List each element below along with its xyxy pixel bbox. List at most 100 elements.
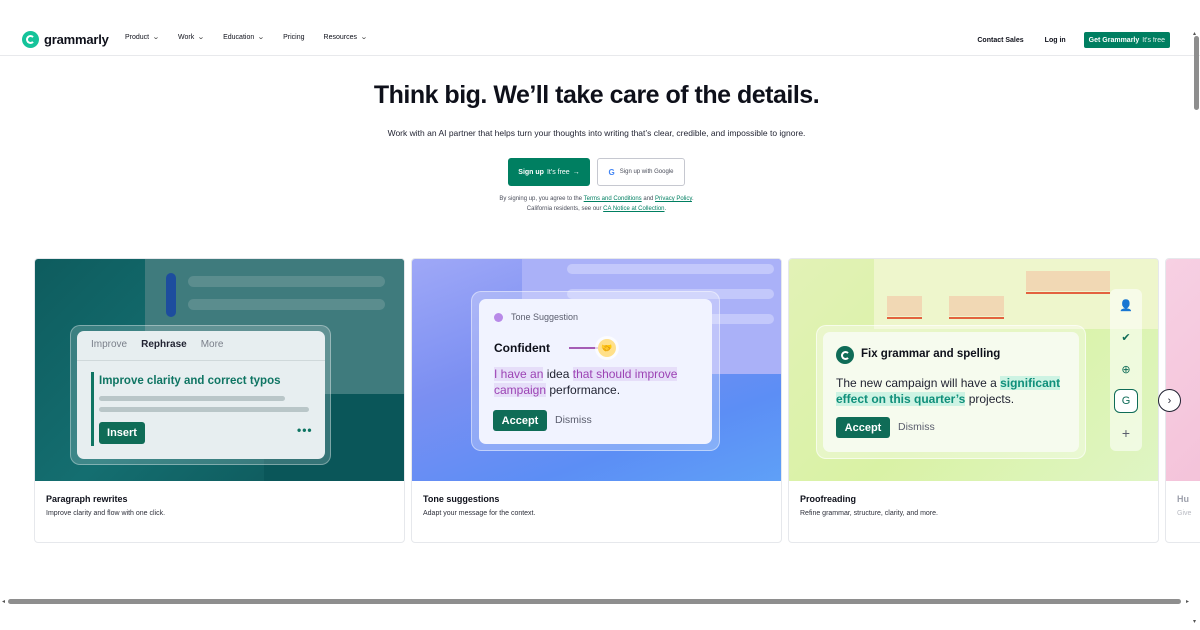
legal-text: By signing up, you agree to the bbox=[499, 196, 584, 202]
sign-up-label: Sign up bbox=[518, 168, 544, 176]
arrow-right-icon: → bbox=[572, 168, 580, 176]
placeholder-line bbox=[188, 299, 385, 310]
cta-row: Sign up It's free → G Sign up with Googl… bbox=[508, 158, 685, 186]
google-label: Sign up with Google bbox=[619, 169, 674, 175]
logo-wordmark: grammarly bbox=[44, 32, 109, 47]
hero-subheadline: Work with an AI partner that helps turn … bbox=[387, 128, 806, 138]
user-icon: 👤 bbox=[1119, 299, 1133, 312]
plain-text: projects. bbox=[965, 392, 1015, 406]
get-grammarly-label: Get Grammarly bbox=[1088, 36, 1140, 44]
tone-label: Confident bbox=[494, 341, 550, 355]
log-in-link[interactable]: Log in bbox=[1045, 37, 1066, 44]
search-plus-icon: ⊕ bbox=[1121, 363, 1131, 376]
its-free-label: It's free bbox=[1142, 36, 1165, 44]
legal-text: and bbox=[641, 196, 656, 202]
dismiss-button: Dismiss bbox=[555, 414, 592, 426]
legal-text: California residents, see our bbox=[526, 206, 604, 212]
sign-up-button[interactable]: Sign up It's free → bbox=[508, 158, 590, 186]
plus-icon: + bbox=[1121, 425, 1131, 441]
chevron-right-icon: › bbox=[1167, 394, 1172, 407]
placeholder-line bbox=[188, 276, 385, 287]
scroll-left-arrow-icon[interactable]: ◂ bbox=[2, 598, 5, 605]
error-underline bbox=[1026, 292, 1110, 294]
proofread-header: Fix grammar and spelling bbox=[861, 348, 1001, 360]
accept-button: Accept bbox=[493, 410, 547, 431]
menu-item-education[interactable]: Education ⌄ bbox=[223, 33, 265, 42]
horizontal-scrollbar[interactable] bbox=[8, 599, 1181, 604]
card-illustration bbox=[1166, 259, 1200, 481]
grammarly-g-icon bbox=[22, 31, 39, 48]
feature-card-proofreading[interactable]: Fix grammar and spelling The new campaig… bbox=[788, 258, 1159, 543]
ca-notice-link[interactable]: CA Notice at Collection bbox=[603, 206, 664, 212]
cursor-marker bbox=[166, 273, 176, 317]
menu-label: Resources bbox=[323, 33, 357, 41]
more-options-icon: ••• bbox=[297, 423, 313, 437]
placeholder-line bbox=[99, 407, 309, 412]
card-description: Adapt your message for the context. bbox=[423, 510, 536, 517]
menu-item-work[interactable]: Work ⌄ bbox=[178, 33, 205, 42]
page-title: Think big. We’ll take care of the detail… bbox=[373, 81, 820, 109]
legal-notice: By signing up, you agree to the Terms an… bbox=[0, 194, 1193, 214]
legal-text: . bbox=[664, 206, 667, 212]
error-underline bbox=[949, 317, 1004, 319]
terms-link[interactable]: Terms and Conditions bbox=[584, 196, 642, 202]
menu-label: Education bbox=[223, 33, 255, 41]
menu-item-pricing[interactable]: Pricing bbox=[283, 33, 304, 41]
tone-header-label: Tone Suggestion bbox=[511, 312, 579, 322]
card-title: Hu bbox=[1177, 494, 1189, 504]
grammarly-g-icon: G bbox=[1121, 395, 1131, 407]
placeholder-line bbox=[567, 264, 774, 274]
feature-card-paragraph-rewrites[interactable]: Improve Rephrase More Improve clarity an… bbox=[34, 258, 405, 543]
card-description: Refine grammar, structure, clarity, and … bbox=[800, 510, 938, 517]
menu-item-product[interactable]: Product ⌄ bbox=[125, 33, 160, 42]
get-grammarly-button[interactable]: Get Grammarly It's free bbox=[1083, 32, 1170, 48]
suggestion-bar bbox=[91, 372, 94, 446]
insert-button: Insert bbox=[99, 422, 145, 444]
placeholder-line bbox=[99, 396, 285, 401]
suggestion-text: Improve clarity and correct typos bbox=[99, 375, 281, 387]
check-badge-icon: ✔ bbox=[1121, 331, 1131, 344]
tone-meter bbox=[569, 347, 599, 349]
card-title: Proofreading bbox=[800, 494, 857, 504]
error-highlight bbox=[949, 296, 1004, 316]
card-illustration: Tone Suggestion Confident 🤝 I have an id… bbox=[412, 259, 781, 481]
google-icon: G bbox=[608, 167, 615, 177]
rewrite-tabs: Improve Rephrase More bbox=[91, 339, 238, 350]
menu-label: Work bbox=[178, 33, 195, 41]
carousel-next-button[interactable]: › bbox=[1158, 389, 1181, 412]
error-highlight bbox=[887, 296, 922, 316]
menu-item-resources[interactable]: Resources ⌄ bbox=[323, 33, 368, 42]
handshake-icon: 🤝 bbox=[598, 339, 616, 357]
tone-dot-icon bbox=[494, 312, 503, 322]
proofread-text: The new campaign will have a significant… bbox=[836, 375, 1076, 407]
card-title: Paragraph rewrites bbox=[46, 494, 128, 504]
card-description: Improve clarity and flow with one click. bbox=[46, 510, 166, 517]
error-highlight bbox=[1026, 271, 1110, 291]
divider bbox=[77, 360, 325, 361]
chevron-down-icon: ⌄ bbox=[360, 34, 368, 41]
sign-up-google-button[interactable]: G Sign up with Google bbox=[597, 158, 685, 186]
nav-actions: Contact Sales Log in Get Grammarly It's … bbox=[977, 32, 1170, 48]
privacy-link[interactable]: Privacy Policy bbox=[655, 196, 692, 202]
contact-sales-link[interactable]: Contact Sales bbox=[977, 37, 1023, 44]
highlight-text: I have an bbox=[494, 367, 544, 381]
plain-text: The new campaign will have a bbox=[836, 376, 1001, 390]
plain-text: performance. bbox=[546, 383, 621, 397]
menu-label: Pricing bbox=[283, 33, 305, 41]
card-illustration: Fix grammar and spelling The new campaig… bbox=[789, 259, 1158, 481]
tab-more: More bbox=[200, 339, 224, 350]
chevron-down-icon: ⌄ bbox=[152, 34, 160, 41]
sign-up-free-label: It's free bbox=[546, 168, 570, 176]
accept-button: Accept bbox=[836, 417, 890, 438]
grammarly-logo[interactable]: grammarly bbox=[22, 31, 109, 48]
tone-sample-text: I have an idea that should improve campa… bbox=[494, 366, 704, 398]
feature-card-tone-suggestions[interactable]: Tone Suggestion Confident 🤝 I have an id… bbox=[411, 258, 782, 543]
menu-label: Product bbox=[125, 33, 150, 41]
grammarly-g-icon bbox=[836, 346, 854, 364]
tab-rephrase: Rephrase bbox=[141, 339, 187, 350]
scroll-down-arrow-icon[interactable]: ▾ bbox=[1193, 618, 1196, 625]
scroll-right-arrow-icon[interactable]: ▸ bbox=[1186, 598, 1189, 605]
tone-header: Tone Suggestion bbox=[494, 312, 578, 322]
plain-text: idea bbox=[543, 367, 573, 381]
vertical-scrollbar[interactable] bbox=[1194, 36, 1199, 110]
